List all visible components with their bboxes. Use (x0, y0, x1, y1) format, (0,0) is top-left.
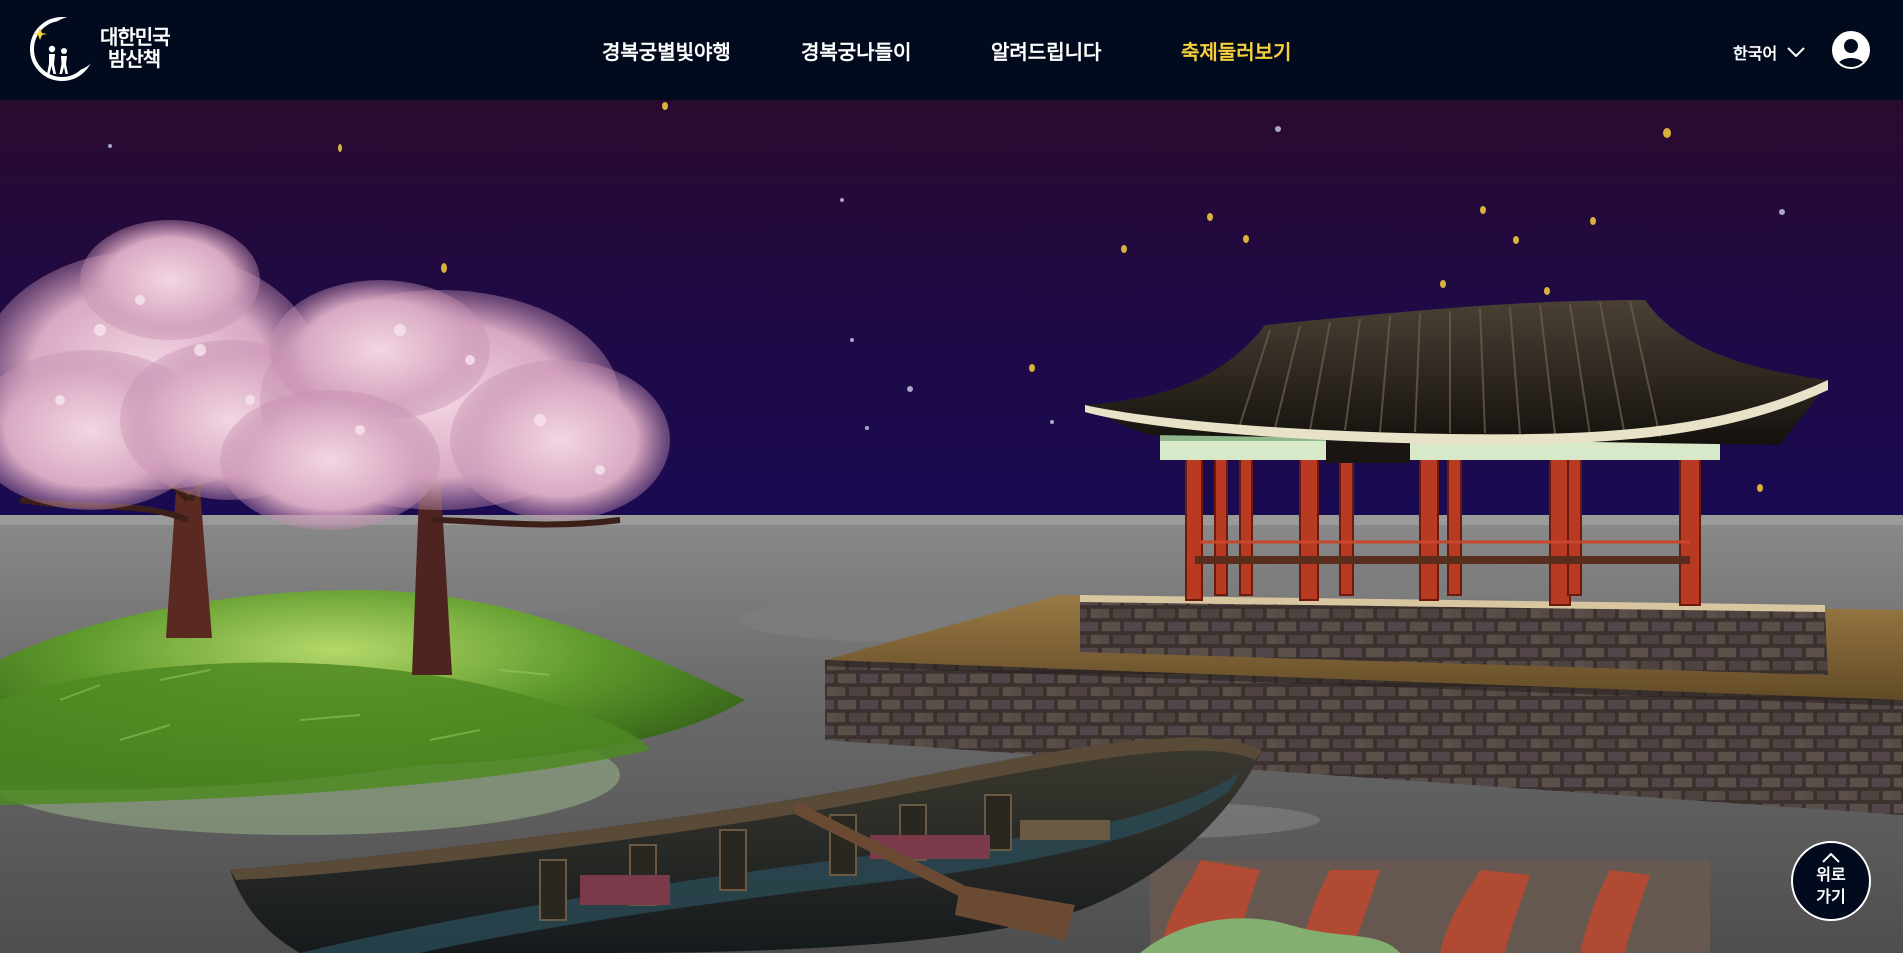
nav-item-notices[interactable]: 알려드립니다 (991, 36, 1101, 65)
site-header: 대한민국 밤산책 경복궁별빛야행 경복궁나들이 알려드립니다 축제둘러보기 한국… (0, 0, 1903, 100)
chevron-down-icon (1787, 47, 1805, 57)
language-label: 한국어 (1733, 44, 1778, 63)
festival-3d-scene[interactable] (0, 100, 1903, 953)
scroll-top-line1: 위로 (1816, 865, 1846, 884)
main-nav: 경복궁별빛야행 경복궁나들이 알려드립니다 축제둘러보기 (0, 0, 1903, 100)
scene-illustration (0, 100, 1903, 953)
user-icon (1834, 33, 1868, 67)
chevron-up-icon (1822, 853, 1840, 863)
nav-item-starlight-tour[interactable]: 경복궁별빛야행 (602, 36, 731, 65)
scroll-top-button[interactable]: 위로 가기 (1791, 841, 1871, 921)
nav-item-palace-outing[interactable]: 경복궁나들이 (801, 36, 911, 65)
scroll-top-line2: 가기 (1816, 887, 1846, 906)
language-selector[interactable]: 한국어 (1733, 40, 1805, 64)
user-button[interactable] (1832, 31, 1870, 69)
nav-item-festival-tour[interactable]: 축제둘러보기 (1181, 36, 1291, 65)
